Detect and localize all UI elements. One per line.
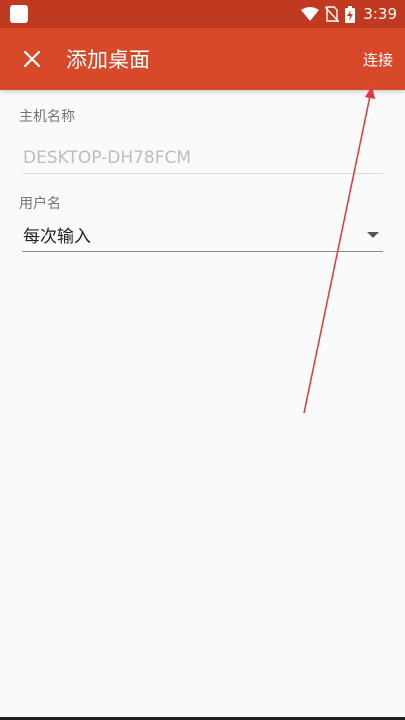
notification-icon <box>10 5 28 23</box>
status-bar: 3:39 <box>0 0 405 28</box>
status-time: 3:39 <box>363 5 397 23</box>
username-selected-value: 每次输入 <box>23 227 91 247</box>
toolbar: 添加桌面 连接 <box>0 28 405 90</box>
close-button[interactable] <box>12 39 52 79</box>
host-input[interactable] <box>22 142 383 174</box>
host-label: 主机名称 <box>19 109 75 125</box>
page-title: 添加桌面 <box>66 48 150 72</box>
battery-charging-icon <box>345 5 356 23</box>
username-select[interactable]: 每次输入 <box>22 218 383 252</box>
status-icons: 3:39 <box>301 5 397 23</box>
no-sim-icon <box>325 6 340 22</box>
dropdown-arrow-icon <box>367 231 379 238</box>
close-icon <box>24 51 40 67</box>
wifi-icon <box>301 7 320 21</box>
username-label: 用户名 <box>19 196 61 212</box>
connect-button[interactable]: 连接 <box>363 43 393 76</box>
